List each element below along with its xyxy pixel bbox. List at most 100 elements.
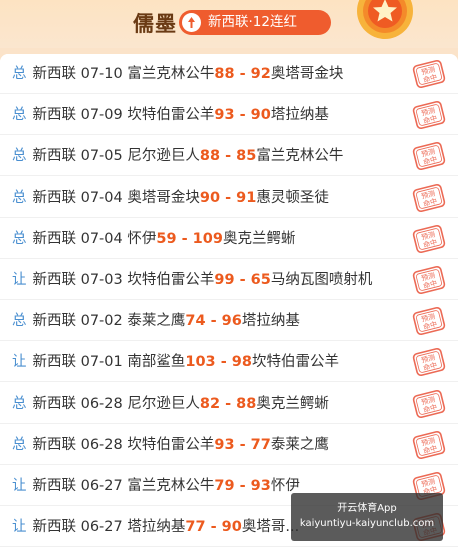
bet-type: 总 [12, 230, 27, 247]
match-date: 07-02 [80, 313, 123, 330]
match-date: 06-27 [80, 478, 123, 494]
streak-label: 新西联·12连红 [208, 14, 297, 30]
match-text: 让新西联 07-03 坎特伯雷公羊99 - 65马纳瓦图喷射机 [12, 270, 372, 290]
hit-stamp-icon: 预测 命中 [412, 348, 446, 377]
match-text: 总新西联 07-04 怀伊59 - 109奥克兰鳄蜥 [12, 229, 295, 249]
bet-type: 总 [12, 395, 27, 412]
home-team: 南部鲨鱼 [127, 354, 186, 371]
league: 新西联 [32, 148, 77, 165]
match-date: 06-28 [80, 436, 123, 453]
away-team: 富兰克林公牛 [256, 148, 344, 165]
streak-badge: 新西联·12连红 [179, 10, 331, 35]
match-date: 07-03 [80, 272, 123, 288]
bet-type: 总 [12, 313, 27, 330]
match-text: 总新西联 06-28 尼尔逊巨人82 - 88奥克兰鳄蜥 [12, 394, 329, 414]
hit-stamp-icon: 预测 命中 [412, 307, 446, 336]
league: 新西联 [32, 436, 77, 453]
match-date: 07-05 [80, 148, 123, 165]
score: 88 - 92 [214, 66, 271, 82]
list-item[interactable]: 总新西联 07-04 怀伊59 - 109奥克兰鳄蜥 预测 命中 [0, 218, 458, 259]
list-item[interactable]: 总新西联 07-10 富兰克林公牛88 - 92奥塔哥金块 预测 命中 [0, 54, 458, 94]
hit-stamp-icon: 预测 命中 [412, 183, 446, 212]
hit-stamp-icon: 预测 命中 [412, 265, 446, 295]
match-text: 让新西联 07-01 南部鲨鱼103 - 98坎特伯雷公羊 [12, 352, 339, 372]
match-date: 06-27 [80, 519, 123, 536]
list-item[interactable]: 总新西联 07-09 坎特伯雷公羊93 - 90塔拉纳基 预测 命中 [0, 95, 458, 136]
home-team: 坎特伯雷公羊 [127, 107, 215, 124]
league: 新西联 [32, 354, 77, 371]
home-team: 富兰克林公牛 [127, 66, 215, 82]
hit-stamp-icon: 预测 命中 [412, 101, 446, 130]
away-team: 泰莱之鹰 [270, 436, 329, 453]
match-text: 总新西联 07-09 坎特伯雷公羊93 - 90塔拉纳基 [12, 105, 329, 125]
score: 79 - 93 [214, 478, 271, 494]
home-team: 坎特伯雷公羊 [127, 272, 215, 288]
match-text: 总新西联 07-02 泰莱之鹰74 - 96塔拉纳基 [12, 311, 300, 331]
league: 新西联 [32, 519, 77, 536]
score: 99 - 65 [214, 272, 271, 288]
hit-stamp-icon: 预测 命中 [412, 389, 446, 418]
away-team: 惠灵顿圣徒 [256, 189, 329, 206]
score: 93 - 90 [214, 107, 271, 124]
bet-type: 总 [12, 148, 27, 165]
watermark: 开云体育App kaiyuntiyu-kaiyunclub.com [291, 493, 443, 541]
league: 新西联 [32, 272, 77, 288]
score: 90 - 91 [199, 189, 257, 206]
medal-icon [357, 0, 413, 39]
score: 74 - 96 [185, 313, 242, 330]
bet-type: 总 [12, 189, 27, 206]
match-date: 07-01 [80, 354, 123, 371]
league: 新西联 [32, 107, 77, 124]
bet-type: 让 [12, 272, 27, 288]
away-team: 奥塔哥金块 [270, 66, 344, 82]
hit-stamp-icon: 预测 命中 [412, 224, 446, 253]
prediction-list: 总新西联 07-10 富兰克林公牛88 - 92奥塔哥金块 预测 命中 总新西联… [0, 54, 458, 551]
bet-type: 让 [12, 519, 27, 536]
away-team: 坎特伯雷公羊 [251, 354, 339, 371]
hit-stamp-icon: 预测 命中 [412, 142, 446, 171]
match-text: 总新西联 07-05 尼尔逊巨人88 - 85富兰克林公牛 [12, 146, 343, 166]
match-text: 让新西联 06-27 塔拉纳基77 - 90奥塔哥... [12, 517, 299, 537]
hit-stamp-icon: 预测 命中 [412, 430, 446, 459]
away-team: 奥克兰鳄蜥 [256, 395, 329, 412]
arrow-up-icon [182, 13, 201, 32]
bet-type: 总 [12, 107, 27, 124]
list-item[interactable]: 让新西联 07-01 南部鲨鱼103 - 98坎特伯雷公羊 预测 命中 [0, 342, 458, 383]
home-team: 泰莱之鹰 [127, 313, 186, 330]
away-team: 怀伊 [270, 478, 300, 494]
bet-type: 总 [12, 66, 27, 82]
score: 88 - 85 [199, 148, 257, 165]
list-item[interactable]: 总新西联 06-28 坎特伯雷公羊93 - 77泰莱之鹰 预测 命中 [0, 424, 458, 465]
score: 59 - 109 [156, 230, 223, 247]
home-team: 怀伊 [127, 230, 157, 247]
home-team: 坎特伯雷公羊 [127, 436, 215, 453]
list-item[interactable]: 总新西联 07-02 泰莱之鹰74 - 96塔拉纳基 预测 命中 [0, 301, 458, 342]
match-date: 07-09 [80, 107, 123, 124]
expert-name: 儒墨 [133, 12, 177, 36]
league: 新西联 [32, 189, 77, 206]
league: 新西联 [32, 478, 77, 494]
home-team: 塔拉纳基 [127, 519, 186, 536]
match-date: 07-04 [80, 230, 123, 247]
match-date: 07-10 [80, 66, 123, 82]
league: 新西联 [32, 230, 77, 247]
league: 新西联 [32, 395, 77, 412]
home-team: 奥塔哥金块 [127, 189, 200, 206]
away-team: 塔拉纳基 [241, 313, 300, 330]
match-date: 07-04 [80, 189, 123, 206]
away-team: 塔拉纳基 [270, 107, 329, 124]
list-item[interactable]: 总新西联 06-28 尼尔逊巨人82 - 88奥克兰鳄蜥 预测 命中 [0, 383, 458, 424]
league: 新西联 [32, 66, 77, 82]
match-text: 让新西联 06-27 富兰克林公牛79 - 93怀伊 [12, 476, 300, 496]
home-team: 富兰克林公牛 [127, 478, 215, 494]
match-text: 总新西联 07-10 富兰克林公牛88 - 92奥塔哥金块 [12, 64, 343, 84]
away-team: 奥克兰鳄蜥 [222, 230, 296, 247]
away-team: 马纳瓦图喷射机 [270, 272, 373, 288]
bet-type: 总 [12, 436, 27, 453]
bet-type: 让 [12, 478, 27, 494]
list-item[interactable]: 让新西联 07-03 坎特伯雷公羊99 - 65马纳瓦图喷射机 预测 命中 [0, 260, 458, 300]
header: 儒墨 新西联·12连红 [0, 0, 458, 48]
list-item[interactable]: 总新西联 07-05 尼尔逊巨人88 - 85富兰克林公牛 预测 命中 [0, 136, 458, 177]
score: 93 - 77 [214, 436, 271, 453]
list-item[interactable]: 总新西联 07-04 奥塔哥金块90 - 91惠灵顿圣徒 预测 命中 [0, 177, 458, 218]
